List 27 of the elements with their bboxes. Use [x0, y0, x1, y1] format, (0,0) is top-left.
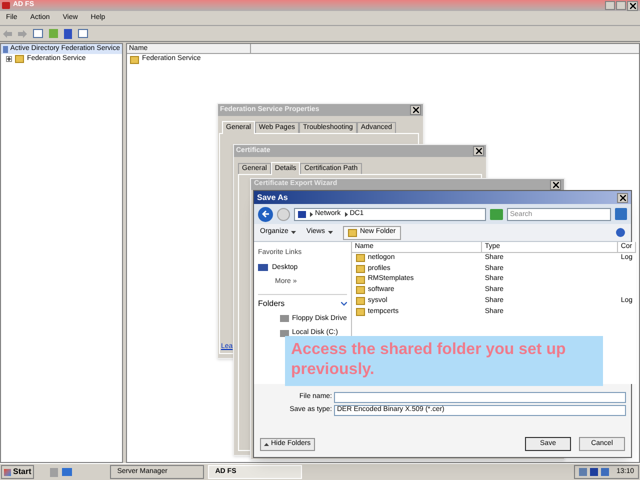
minimize-button[interactable] — [605, 0, 615, 10]
close-button[interactable] — [617, 192, 628, 202]
dialog-title: Save As — [257, 192, 288, 204]
refresh-button[interactable] — [490, 208, 503, 220]
dropdown-arrow-icon — [328, 231, 333, 234]
start-button[interactable]: Start — [1, 465, 34, 479]
folders-heading[interactable]: Folders — [258, 298, 285, 310]
file-name-field[interactable] — [334, 392, 626, 403]
close-button[interactable] — [410, 105, 421, 115]
back-arrow-icon — [262, 210, 270, 218]
dropdown-arrow-icon — [291, 231, 296, 234]
up-arrow-icon — [264, 442, 269, 446]
close-icon — [620, 194, 626, 200]
folder-icon — [348, 228, 357, 236]
close-icon — [630, 2, 636, 8]
expand-toggle[interactable] — [6, 56, 12, 62]
close-button[interactable] — [627, 0, 638, 10]
back-button[interactable] — [258, 206, 273, 222]
callout-text: Access the shared folder you set up previously. — [291, 340, 567, 380]
close-button[interactable] — [473, 146, 484, 156]
chevron-icon[interactable] — [340, 302, 347, 306]
close-icon — [476, 148, 482, 154]
close-button[interactable] — [550, 180, 561, 190]
chevron-icon — [310, 212, 313, 216]
close-icon — [412, 107, 418, 113]
close-icon — [552, 182, 558, 188]
chevron-icon — [344, 212, 348, 216]
